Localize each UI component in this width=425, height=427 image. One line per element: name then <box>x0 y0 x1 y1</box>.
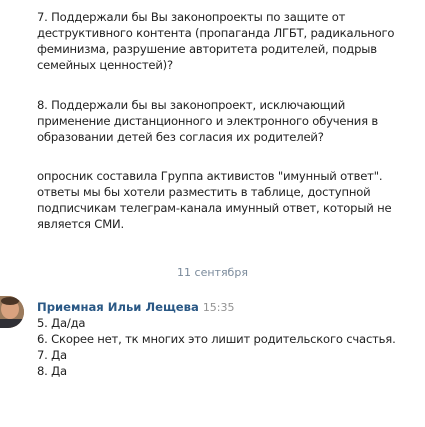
message-question-8: 8. Поддержали бы вы законопроект, исключ… <box>37 97 417 145</box>
message-note: опросник составила Группа активистов "им… <box>37 168 417 232</box>
date-separator: 11 сентября <box>177 266 248 279</box>
author-name-link[interactable]: Приемная Ильи Лещева <box>37 300 199 314</box>
reply-line: 7. Да <box>37 348 67 362</box>
avatar-photo-icon <box>0 296 24 328</box>
message-text: опросник составила Группа активистов "им… <box>37 169 392 231</box>
reply-message: 5. Да/да 6. Скорее нет, тк многих это ли… <box>37 315 396 379</box>
message-time[interactable]: 15:35 <box>203 301 235 314</box>
message-text: 8. Поддержали бы вы законопроект, исключ… <box>37 98 378 144</box>
reply-line: 6. Скорее нет, тк многих это лишит родит… <box>37 332 396 346</box>
reply-line: 8. Да <box>37 364 67 378</box>
message-text: 7. Поддержали бы Вы законопроекты по защ… <box>37 10 395 72</box>
reply-line: 5. Да/да <box>37 316 86 330</box>
avatar[interactable] <box>0 296 24 328</box>
message-header: Приемная Ильи Лещева 15:35 <box>37 299 235 316</box>
message-question-7: 7. Поддержали бы Вы законопроекты по защ… <box>37 9 417 73</box>
